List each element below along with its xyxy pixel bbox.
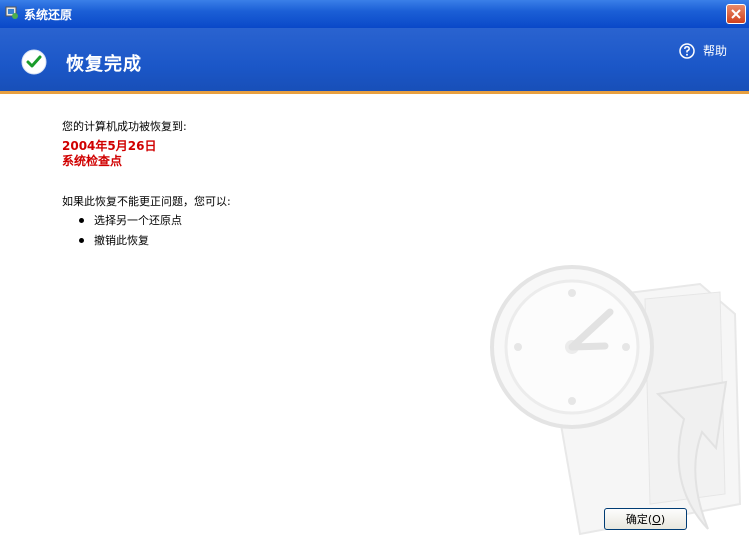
help-label: 帮助 — [702, 44, 727, 58]
option-undo-restore[interactable]: 撤销此恢复 — [74, 234, 182, 254]
success-message: 您的计算机成功被恢复到: — [62, 120, 187, 133]
checkmark-icon — [21, 49, 47, 75]
title-bar[interactable]: 系统还原 — [0, 0, 749, 28]
problem-message: 如果此恢复不能更正问题，您可以: — [62, 195, 231, 208]
option-label[interactable]: 撤销此恢复 — [94, 234, 149, 247]
bullet — [79, 238, 84, 243]
ok-button[interactable]: 确定(O) — [604, 508, 687, 530]
page-title: 恢复完成 — [66, 54, 142, 75]
system-restore-app-icon — [5, 6, 18, 19]
restore-point-name: 系统检查点 — [62, 154, 123, 168]
option-label[interactable]: 选择另一个还原点 — [94, 214, 182, 227]
ok-label: 确定( — [625, 513, 653, 526]
ok-accelerator: O — [652, 512, 661, 526]
system-restore-window: 系统还原 恢复完成 帮助 您的计算机成功被恢复到: 2004年5月26日 系统检… — [0, 0, 749, 549]
header-banner: 恢复完成 帮助 — [0, 28, 749, 91]
option-choose-restore-point[interactable]: 选择另一个还原点 — [74, 214, 182, 234]
clock-restore-watermark-icon — [490, 265, 742, 536]
close-icon — [731, 9, 741, 19]
options-list: 选择另一个还原点 撤销此恢复 — [74, 214, 182, 254]
ok-label-suffix: ) — [660, 512, 666, 526]
help-link[interactable]: 帮助 — [679, 42, 727, 59]
content-area: 您的计算机成功被恢复到: 2004年5月26日 系统检查点 如果此恢复不能更正问… — [0, 94, 749, 549]
help-icon — [679, 42, 695, 59]
bullet — [79, 218, 84, 223]
window-title: 系统还原 — [24, 8, 73, 22]
close-button[interactable] — [726, 4, 746, 24]
